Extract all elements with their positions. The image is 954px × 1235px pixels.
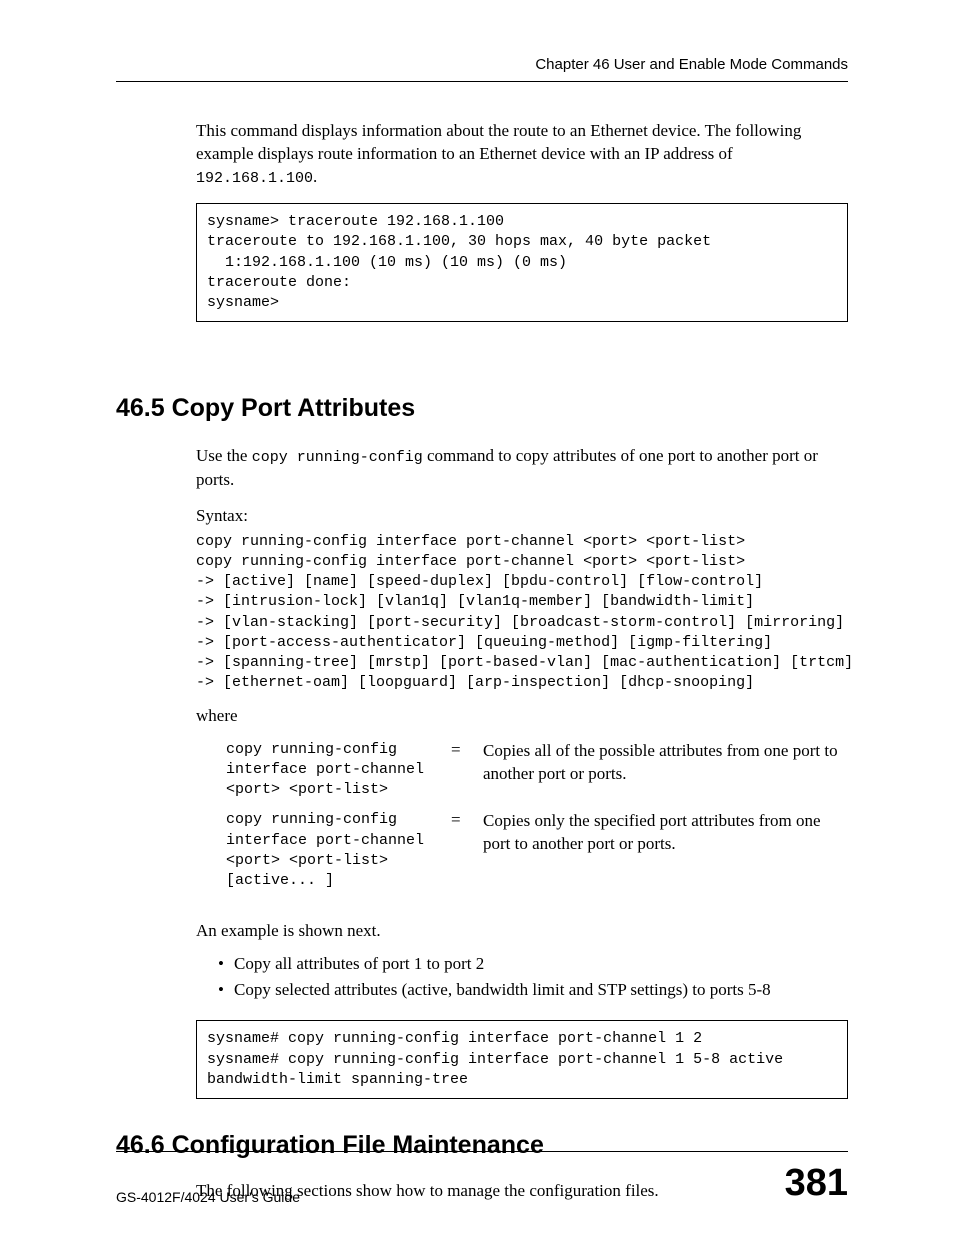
def-eq: = bbox=[451, 810, 483, 901]
def-code: copy running-config interface port-chann… bbox=[226, 810, 451, 901]
def-code: copy running-config interface port-chann… bbox=[226, 740, 451, 811]
definition-row: copy running-config interface port-chann… bbox=[226, 810, 848, 901]
section-465-body: Use the copy running-config command to c… bbox=[116, 445, 848, 1099]
syntax-label: Syntax: bbox=[196, 506, 848, 526]
intro-block: This command displays information about … bbox=[116, 120, 848, 322]
page-number: 381 bbox=[785, 1162, 848, 1205]
chapter-title: Chapter 46 User and Enable Mode Commands bbox=[535, 56, 848, 73]
def-desc: Copies all of the possible attributes fr… bbox=[483, 740, 848, 811]
def-eq: = bbox=[451, 740, 483, 811]
bullet-list: Copy all attributes of port 1 to port 2 … bbox=[218, 951, 848, 1002]
example-intro: An example is shown next. bbox=[196, 921, 848, 941]
page-header: Chapter 46 User and Enable Mode Commands bbox=[116, 56, 848, 82]
definition-table: copy running-config interface port-chann… bbox=[226, 740, 848, 902]
list-item: Copy all attributes of port 1 to port 2 bbox=[218, 951, 848, 977]
page-footer: GS-4012F/4024 User's Guide 381 bbox=[116, 1151, 848, 1205]
footer-guide: GS-4012F/4024 User's Guide bbox=[116, 1189, 300, 1205]
section-465-intro: Use the copy running-config command to c… bbox=[196, 445, 848, 491]
code-example-traceroute: sysname> traceroute 192.168.1.100 tracer… bbox=[196, 203, 848, 322]
list-item: Copy selected attributes (active, bandwi… bbox=[218, 977, 848, 1003]
intro-paragraph: This command displays information about … bbox=[196, 120, 848, 189]
where-label: where bbox=[196, 706, 848, 726]
section-heading-465: 46.5 Copy Port Attributes bbox=[116, 394, 848, 423]
def-desc: Copies only the specified port attribute… bbox=[483, 810, 848, 901]
code-example-copy: sysname# copy running-config interface p… bbox=[196, 1020, 848, 1099]
definition-row: copy running-config interface port-chann… bbox=[226, 740, 848, 811]
syntax-block: copy running-config interface port-chann… bbox=[196, 532, 848, 694]
